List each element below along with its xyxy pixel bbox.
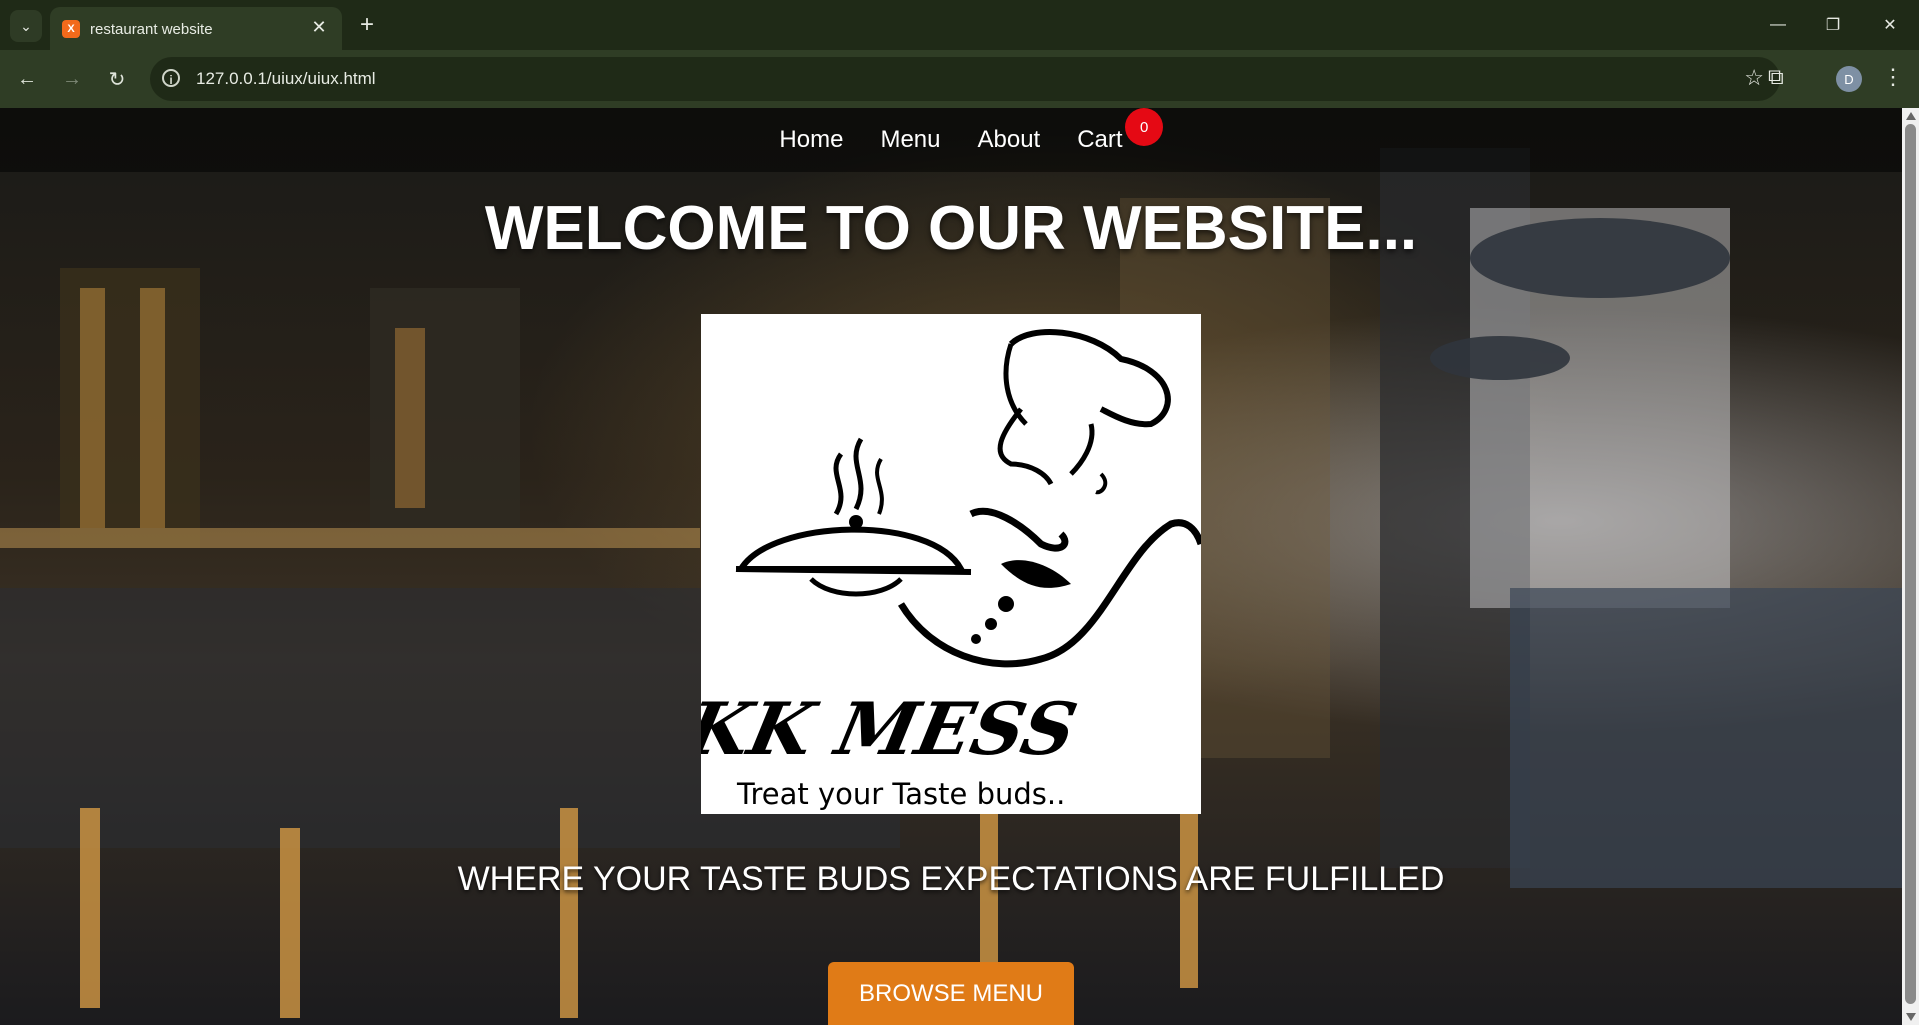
nav-menu-link[interactable]: Menu: [880, 126, 940, 154]
page-viewport: Home Menu About Cart 0 WELCOME TO OUR WE…: [0, 108, 1902, 1025]
more-icon[interactable]: ⋮: [1882, 64, 1904, 90]
star-icon[interactable]: ☆: [1744, 65, 1764, 91]
tab-title: restaurant website: [90, 21, 213, 38]
plus-icon[interactable]: +: [352, 10, 382, 40]
browser-toolbar: ← → ↻ i 127.0.0.1/uiux/uiux.html ☆ ⧉ D ⋮: [0, 50, 1919, 108]
favicon-icon: X: [62, 20, 80, 38]
logo-slogan-text: Treat your Taste buds..: [736, 777, 1065, 811]
chef-logo-drawing: KK MESS Treat your Taste buds..: [677, 329, 1205, 811]
extensions-icon[interactable]: ⧉: [1768, 64, 1784, 90]
restore-icon[interactable]: ❐: [1813, 10, 1853, 40]
cart-label: Cart: [1077, 126, 1123, 153]
scroll-down-icon[interactable]: [1906, 1013, 1916, 1021]
hero-title: WELCOME TO OUR WEBSITE...: [484, 194, 1418, 263]
nav-about-link[interactable]: About: [978, 126, 1041, 154]
back-icon[interactable]: ←: [12, 64, 42, 94]
window-close-icon[interactable]: ✕: [1870, 10, 1910, 40]
browse-menu-button[interactable]: BROWSE MENU: [828, 962, 1074, 1025]
scroll-up-icon[interactable]: [1906, 112, 1916, 120]
cart-count-badge: 0: [1125, 108, 1164, 146]
tab-bar: ⌄ X restaurant website ✕ + — ❐ ✕: [0, 0, 1919, 50]
url-text[interactable]: 127.0.0.1/uiux/uiux.html: [196, 69, 376, 89]
avatar[interactable]: D: [1836, 66, 1862, 92]
address-bar[interactable]: i 127.0.0.1/uiux/uiux.html ☆: [150, 57, 1780, 101]
kk-mess-logo: KK MESS Treat your Taste buds..: [677, 314, 1205, 814]
info-icon[interactable]: i: [162, 69, 180, 87]
tab-search-icon[interactable]: ⌄: [10, 10, 42, 42]
minimize-icon[interactable]: —: [1758, 10, 1798, 40]
forward-icon[interactable]: →: [57, 64, 87, 94]
scrollbar-thumb[interactable]: [1905, 124, 1916, 1004]
logo-brand-text: KK MESS: [701, 688, 1084, 772]
close-icon[interactable]: ✕: [308, 17, 330, 38]
hero-tagline: WHERE YOUR TASTE BUDS EXPECTATIONS ARE F…: [457, 860, 1445, 898]
nav-home-link[interactable]: Home: [779, 126, 843, 154]
reload-icon[interactable]: ↻: [102, 64, 132, 94]
nav-cart-link[interactable]: Cart 0: [1077, 108, 1164, 154]
nav-links: Home Menu About Cart 0: [0, 108, 1902, 172]
page-scrollbar[interactable]: [1902, 108, 1919, 1025]
site-navbar: Home Menu About Cart 0: [0, 108, 1902, 172]
active-tab[interactable]: X restaurant website ✕: [50, 7, 342, 50]
